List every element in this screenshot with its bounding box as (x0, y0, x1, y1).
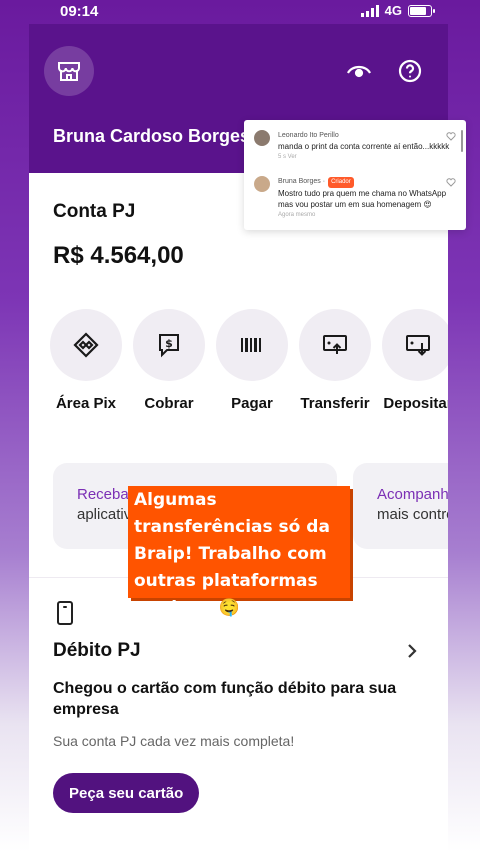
help-icon (398, 59, 422, 83)
barcode-icon (241, 338, 261, 352)
store-icon (58, 62, 80, 81)
pix-icon (73, 332, 99, 358)
comment-author: Leonardo Ito Perillo (278, 132, 339, 139)
action-label: Transferir (300, 395, 370, 412)
action-transfer[interactable]: Transferir (294, 309, 376, 412)
network-type: 4G (384, 3, 402, 18)
charge-icon: $ (159, 334, 179, 358)
comments-overlay: Leonardo Ito Perillo manda o print da co… (244, 120, 466, 230)
avatar (254, 130, 270, 146)
status-bar: 09:14 4G (0, 0, 480, 24)
action-label: Depositar (383, 395, 448, 412)
video-caption: Algumas transferências só da Braip! Trab… (128, 486, 350, 618)
battery-icon (408, 4, 435, 17)
eye-icon (347, 65, 371, 78)
toggle-balance-visibility-button[interactable] (344, 56, 374, 86)
promo-title: Acompanh (377, 486, 448, 503)
promo-text: mais contro (377, 506, 448, 523)
help-button[interactable] (395, 56, 425, 86)
quick-actions: Área Pix $ Cobrar Pagar Transferir Depos… (45, 309, 448, 419)
debit-title[interactable]: Débito PJ (53, 640, 141, 662)
action-label: Área Pix (55, 395, 117, 412)
action-pay[interactable]: Pagar (211, 309, 293, 412)
comment-meta: Agora mesmo (278, 212, 316, 218)
promo-card-track[interactable]: Acompanh mais contro (353, 463, 448, 549)
creator-badge: Criador (328, 177, 354, 188)
signal-icon (360, 4, 379, 17)
comment-meta: 5 s Ver (278, 154, 297, 160)
phone-card-icon (57, 601, 73, 625)
comment-author: Bruna Borges · (278, 178, 326, 185)
action-label: Pagar (231, 395, 273, 412)
user-name[interactable]: Bruna Cardoso Borges (53, 126, 250, 147)
heart-icon[interactable] (446, 178, 456, 187)
account-balance: R$ 4.564,00 (53, 242, 184, 269)
scrollbar (461, 130, 463, 152)
comment-text: Mostro tudo pra quem me chama no WhatsAp… (278, 189, 447, 209)
status-time: 09:14 (60, 3, 99, 20)
order-card-button[interactable]: Peça seu cartão (53, 773, 200, 813)
account-title: Conta PJ (53, 201, 136, 222)
chevron-right-icon[interactable] (405, 641, 419, 661)
action-label: Cobrar (144, 395, 194, 412)
comment-item: Leonardo Ito Perillo manda o print da co… (254, 130, 456, 163)
transfer-icon (323, 335, 347, 354)
heart-icon[interactable] (446, 132, 456, 141)
debit-subtitle: Sua conta PJ cada vez mais completa! (53, 733, 295, 749)
comment-text: manda o print da conta corrente aí então… (278, 142, 450, 151)
debit-description: Chegou o cartão com função débito para s… (53, 680, 397, 718)
action-charge[interactable]: $ Cobrar (128, 309, 210, 412)
action-pix[interactable]: Área Pix (45, 309, 127, 412)
comment-item: Bruna Borges · Criador Mostro tudo pra qu… (254, 176, 456, 221)
deposit-icon (406, 335, 430, 356)
avatar (254, 176, 270, 192)
svg-text:$: $ (165, 337, 173, 350)
store-button[interactable] (44, 46, 94, 96)
action-deposit[interactable]: Depositar (377, 309, 448, 412)
